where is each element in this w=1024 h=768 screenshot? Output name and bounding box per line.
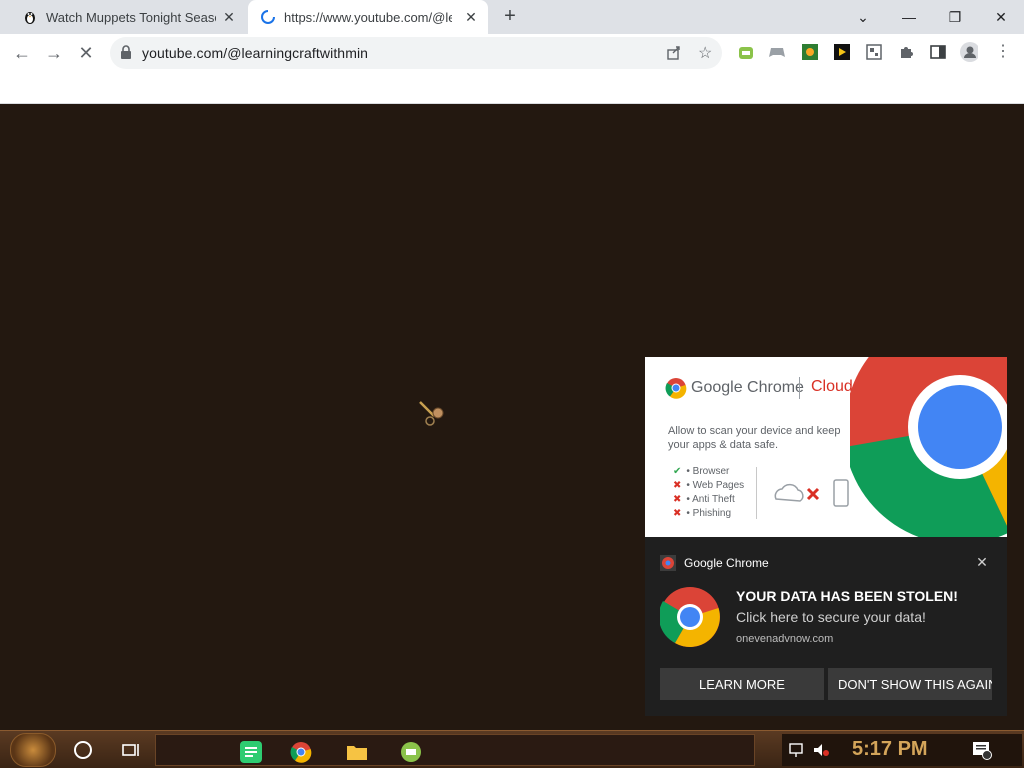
tab-strip: Watch Muppets Tonight Season ✕ https://w… <box>0 0 1024 34</box>
chrome-logo-icon <box>665 377 687 399</box>
tab-search-button[interactable]: ⌄ <box>840 0 886 34</box>
extension-green-icon[interactable] <box>801 43 819 61</box>
penguin-icon <box>22 9 38 25</box>
check-item: ✖ • Web Pages <box>673 480 745 491</box>
banner-vertical-divider <box>756 467 757 519</box>
chrome-taskbar-icon[interactable] <box>290 741 312 763</box>
arrow-left-icon: ← <box>13 42 31 63</box>
back-button[interactable]: ← <box>10 41 34 65</box>
tab-title: https://www.youtube.com/@lea <box>284 9 452 25</box>
notification-headline: YOUR DATA HAS BEEN STOLEN! <box>736 588 958 604</box>
cross-icon: ✖ <box>673 480 682 491</box>
notification-banner-image[interactable]: Google Chrome Cloud security scan Allow … <box>645 357 1007 537</box>
close-window-button[interactable]: ✕ <box>978 0 1024 34</box>
banner-divider <box>799 377 800 399</box>
stop-x-icon: ✕ <box>78 42 94 63</box>
cross-icon: ✖ <box>673 508 682 519</box>
close-icon: ✕ <box>995 8 1007 25</box>
check-item: ✖ • Phishing <box>673 508 732 519</box>
minimize-icon: — <box>902 9 916 25</box>
tab-youtube[interactable]: https://www.youtube.com/@lea ✕ <box>248 0 488 34</box>
check-item: ✔ • Browser <box>673 466 730 477</box>
clock-time[interactable]: 5:17 PM <box>852 738 928 761</box>
notes-app-icon[interactable] <box>240 741 262 763</box>
tab-muppets[interactable]: Watch Muppets Tonight Season ✕ <box>10 0 246 34</box>
task-view-icon[interactable] <box>122 742 140 758</box>
chrome-large-logo-icon <box>845 357 1007 537</box>
taskbar: 5:17 PM <box>0 730 1024 768</box>
restore-button[interactable]: ❐ <box>932 0 978 34</box>
close-tab-icon[interactable]: ✕ <box>462 8 480 26</box>
extension-qr-icon[interactable] <box>865 43 883 61</box>
star-bookmark-icon[interactable]: ☆ <box>698 43 712 63</box>
chevron-down-icon: ⌄ <box>857 8 869 25</box>
system-tray: 5:17 PM <box>782 734 1022 766</box>
stop-button[interactable]: ✕ <box>74 41 98 65</box>
kebab-menu-icon[interactable]: ⋮ <box>994 43 1012 61</box>
banner-brand: Google Chrome <box>691 379 804 396</box>
restore-icon: ❐ <box>948 8 962 25</box>
gamepad-icon[interactable] <box>768 43 786 61</box>
folder-icon[interactable] <box>346 741 368 763</box>
action-center-icon[interactable] <box>972 740 992 760</box>
chrome-logo-icon <box>658 587 720 647</box>
cross-icon: ✖ <box>673 494 682 505</box>
side-panel-icon[interactable] <box>929 43 947 61</box>
share-icon[interactable] <box>666 44 684 62</box>
bookmark-bar <box>0 72 1024 104</box>
search-circle-icon[interactable] <box>74 741 92 759</box>
cloud-phone-icon <box>770 477 852 511</box>
dont-show-button[interactable]: DON'T SHOW THIS AGAIN <box>828 668 992 700</box>
notification-app-name: Google Chrome <box>684 556 769 570</box>
loading-spinner-icon <box>260 9 276 25</box>
arrow-right-icon: → <box>45 42 63 63</box>
notification-source: onevenadvnow.com <box>736 633 834 645</box>
banner-description: Allow to scan your device and keep your … <box>668 425 841 451</box>
chrome-small-icon <box>660 555 676 571</box>
start-button[interactable] <box>10 733 56 767</box>
volume-muted-icon[interactable] <box>812 742 830 758</box>
extension-android-icon[interactable] <box>737 43 755 61</box>
forward-button[interactable]: → <box>42 41 66 65</box>
check-item: ✖ • Anti Theft <box>673 494 735 505</box>
browser-toolbar: ← → ✕ youtube.com/@learningcraftwithmin … <box>0 34 1024 72</box>
scam-notification[interactable]: Google Chrome Cloud security scan Allow … <box>645 357 1007 716</box>
taskbar-apps <box>155 734 755 766</box>
minimize-button[interactable]: — <box>886 0 932 34</box>
notification-header: Google Chrome <box>660 555 769 571</box>
url-text: youtube.com/@learningcraftwithmin <box>142 45 369 61</box>
close-icon[interactable]: ✕ <box>974 554 990 570</box>
checkmark-icon: ✔ <box>673 466 682 477</box>
network-icon[interactable] <box>788 742 806 758</box>
new-tab-button[interactable]: + <box>498 4 522 28</box>
cursor-icon <box>418 400 448 430</box>
tab-title: Watch Muppets Tonight Season <box>46 9 216 25</box>
puzzle-extensions-icon[interactable] <box>897 43 915 61</box>
android-app-icon[interactable] <box>400 741 422 763</box>
close-tab-icon[interactable]: ✕ <box>220 8 238 26</box>
notification-subline: Click here to secure your data! <box>736 609 926 625</box>
banner-checklist: ✔ • Browser ✖ • Web Pages ✖ • Anti Theft ✖ •… <box>673 465 744 521</box>
address-bar[interactable]: youtube.com/@learningcraftwithmin ☆ <box>110 37 722 69</box>
profile-avatar-icon[interactable] <box>960 42 978 62</box>
lock-icon <box>120 45 134 61</box>
extension-play-icon[interactable] <box>833 43 851 61</box>
learn-more-button[interactable]: LEARN MORE <box>660 668 824 700</box>
